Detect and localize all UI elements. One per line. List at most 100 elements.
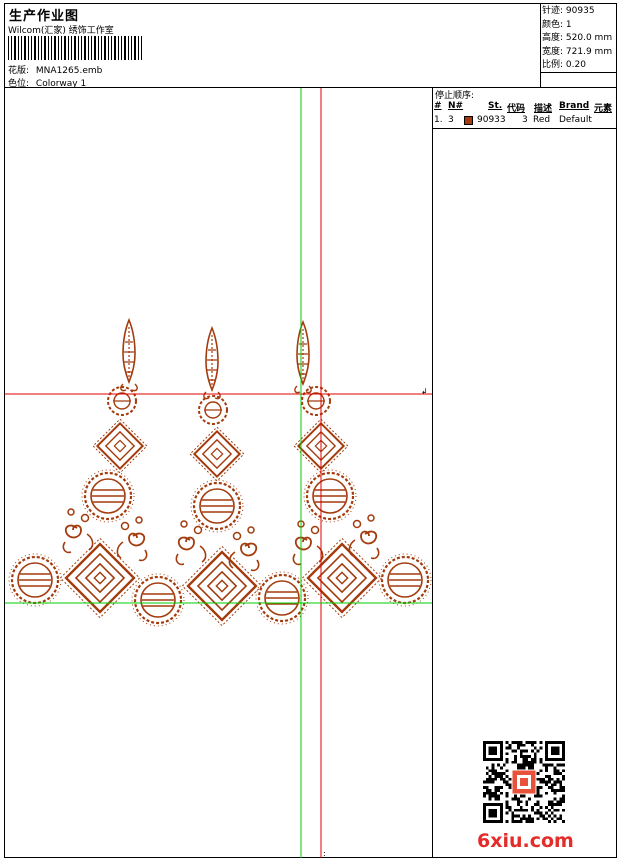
- barcode-bar: [34, 36, 36, 60]
- diamond-upper-left: [92, 418, 148, 474]
- ring-left: [107, 386, 137, 416]
- barcode-bar: [64, 36, 66, 60]
- ring-right: [301, 386, 331, 416]
- barcode-bar: [121, 36, 122, 60]
- design-preview: ↲ :: [5, 88, 432, 858]
- barcode: [8, 36, 142, 60]
- barcode-bar: [44, 36, 46, 60]
- stat-stitches: 针迹: 90935: [542, 6, 595, 16]
- medallion-bottom-2: [130, 572, 186, 628]
- barcode-bar: [101, 36, 102, 60]
- color-swatch: [464, 116, 473, 125]
- embroidery-design: ↲ :: [5, 88, 432, 858]
- diamond-lower-left: [59, 537, 141, 619]
- barcode-bar: [58, 36, 59, 60]
- barcode-bar: [14, 36, 16, 60]
- barcode-bar: [61, 36, 62, 60]
- barcode-bar: [31, 36, 32, 60]
- barcode-bar: [131, 36, 132, 60]
- col-header-index: #: [434, 101, 442, 111]
- diamond-lower-center: [181, 545, 263, 627]
- spire-center: [203, 327, 221, 400]
- qr-code: [483, 741, 565, 823]
- barcode-bar: [84, 36, 86, 60]
- row-code: 3: [522, 115, 528, 125]
- row-stitches: 90933: [477, 115, 506, 125]
- barcode-bar: [108, 36, 109, 60]
- table-divider: [432, 128, 616, 129]
- barcode-bar: [8, 36, 9, 60]
- stats-divider: [540, 4, 541, 87]
- col-header-element: 元素: [594, 104, 613, 114]
- stat-width: 宽度: 721.9 mm: [542, 46, 613, 57]
- barcode-bar: [38, 36, 39, 60]
- stat-scale: 比例: 0.20: [542, 60, 586, 71]
- medallion-mid-right: [302, 468, 358, 524]
- scroll-5: [292, 520, 324, 566]
- stat-colors: 颜色: 1: [542, 19, 572, 30]
- stop-sequence-title: 停止顺序:: [435, 91, 475, 101]
- barcode-bar: [91, 36, 92, 60]
- medallion-bottom-3: [254, 570, 310, 626]
- panel-divider: [432, 87, 433, 857]
- barcode-bar: [111, 36, 112, 60]
- barcode-bar: [28, 36, 29, 60]
- spire-left: [120, 319, 138, 392]
- barcode-bar: [124, 36, 126, 60]
- stat-height: 高度: 520.0 mm: [542, 33, 613, 44]
- barcode-bar: [68, 36, 69, 60]
- diamond-lower-right: [301, 537, 383, 619]
- sheet-title: 生产作业图: [9, 9, 80, 24]
- scroll-1: [62, 508, 94, 554]
- barcode-bar: [18, 36, 19, 60]
- ring-center: [198, 395, 228, 425]
- design-file-line: 花版: MNA1265.emb: [8, 63, 102, 76]
- barcode-bar: [104, 36, 106, 60]
- design-file-value: MNA1265.emb: [35, 66, 103, 76]
- design-file-label: 花版:: [8, 66, 30, 76]
- barcode-bar: [11, 36, 12, 60]
- barcode-bar: [71, 36, 72, 60]
- medallion-bottom-4: [377, 552, 432, 608]
- barcode-bar: [74, 36, 76, 60]
- barcode-bar: [141, 36, 142, 60]
- production-sheet: 生产作业图 Wilcom(汇家) 绣饰工作室 花版: MNA1265.emb 色…: [4, 3, 617, 858]
- col-header-brand: Brand: [559, 101, 590, 111]
- row-brand: Default: [559, 115, 592, 125]
- col-header-code: 代码: [507, 104, 526, 114]
- row-index: 1.: [434, 115, 443, 125]
- guide-marker-right: ↲: [421, 387, 428, 396]
- spire-right: [294, 321, 312, 394]
- embroidery-pattern: [7, 319, 432, 628]
- medallion-bottom-1: [7, 552, 63, 608]
- barcode-bar: [78, 36, 79, 60]
- scroll-2: [116, 516, 148, 562]
- barcode-bar: [98, 36, 99, 60]
- col-header-description: 描述: [534, 104, 553, 114]
- barcode-bar: [128, 36, 129, 60]
- barcode-bar: [41, 36, 42, 60]
- barcode-bar: [94, 36, 96, 60]
- scroll-6: [348, 514, 380, 560]
- barcode-bar: [48, 36, 49, 60]
- studio-name: Wilcom(汇家) 绣饰工作室: [8, 26, 114, 36]
- barcode-bar: [54, 36, 56, 60]
- barcode-bar: [118, 36, 119, 60]
- barcode-bar: [21, 36, 22, 60]
- scroll-3: [175, 520, 207, 566]
- barcode-bar: [134, 36, 136, 60]
- barcode-bar: [138, 36, 139, 60]
- row-description: Red: [533, 115, 551, 125]
- barcode-bar: [114, 36, 116, 60]
- barcode-bar: [24, 36, 26, 60]
- barcode-bar: [51, 36, 52, 60]
- col-header-stitches: St.: [488, 101, 503, 111]
- col-header-needle: N#: [448, 101, 464, 111]
- row-needle: 3: [448, 115, 454, 125]
- stats-block: 针迹: 90935 颜色: 1 高度: 520.0 mm 宽度: 721.9 m…: [542, 5, 612, 73]
- medallion-mid-center: [189, 478, 245, 534]
- barcode-bar: [81, 36, 82, 60]
- watermark-logo: 6xiu.com: [477, 830, 574, 852]
- barcode-bar: [88, 36, 89, 60]
- diamond-upper-center: [189, 426, 245, 482]
